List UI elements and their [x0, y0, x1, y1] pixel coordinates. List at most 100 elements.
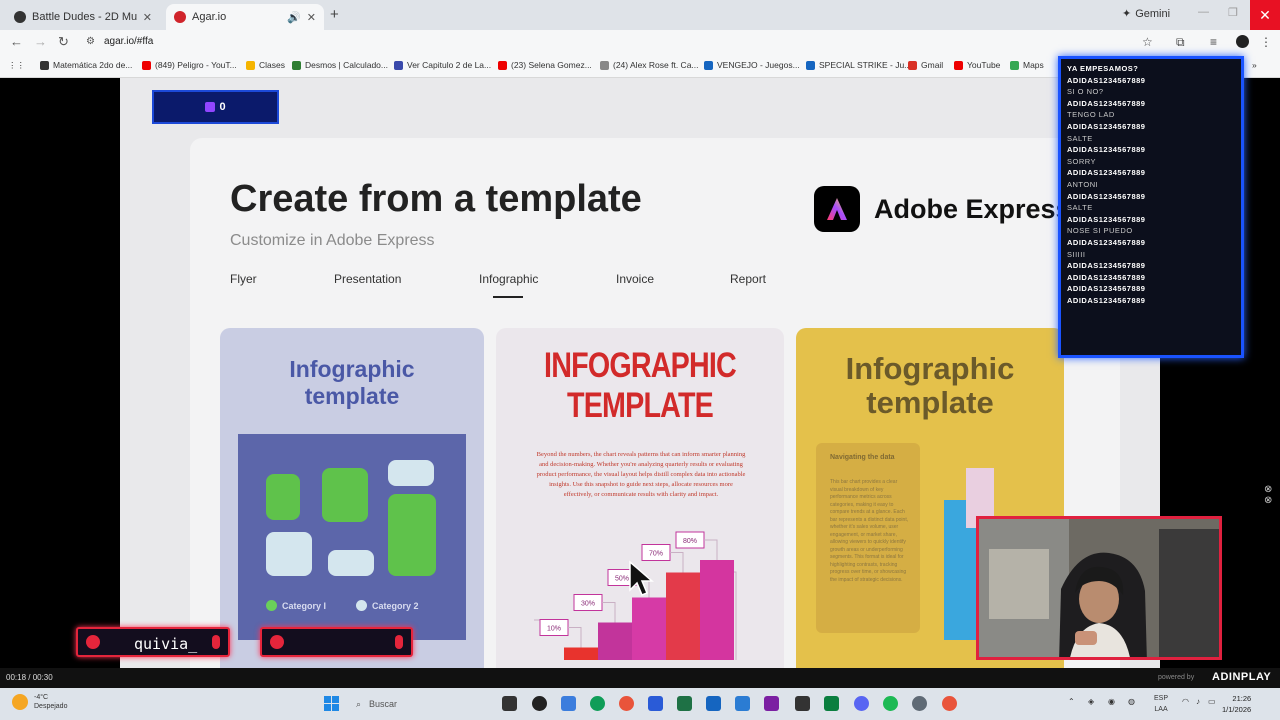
template-thumbnail-blue[interactable]: Infographic template Category I Category… [220, 328, 484, 668]
spotify-icon[interactable] [883, 696, 898, 711]
excel-icon[interactable] [677, 696, 692, 711]
reload-icon[interactable]: ↻ [58, 34, 69, 50]
bookmark-item[interactable]: Maps [1010, 60, 1044, 70]
tab-flyer[interactable]: Flyer [230, 272, 257, 286]
template-title-line: template [304, 383, 400, 409]
chat-username: ADIDAS1234567889 [1067, 75, 1146, 85]
template-title: Infographic template [220, 356, 484, 410]
streamer-name: quivia_ [134, 635, 198, 653]
chart-bar [666, 572, 700, 660]
word-icon[interactable] [735, 696, 750, 711]
bookmark-label: VENGEJO - Juegos... [717, 60, 800, 70]
tab-presentation[interactable]: Presentation [334, 272, 401, 286]
tray-chevron-icon[interactable]: ⌃ [1068, 697, 1075, 706]
close-window-button[interactable]: ✕ [1250, 0, 1280, 30]
gemini-icon: ✦ [1122, 8, 1132, 20]
discord-icon[interactable] [854, 696, 869, 711]
tab-invoice[interactable]: Invoice [616, 272, 654, 286]
follower-counter: 0 [152, 90, 279, 124]
chart-cylinder [322, 468, 368, 522]
start-button[interactable] [324, 696, 339, 711]
menu-icon[interactable]: ⋮ [1260, 35, 1272, 49]
volume-icon[interactable]: ♪ [1196, 697, 1200, 706]
bookmark-item[interactable]: (23) Selena Gomez... [498, 60, 592, 70]
edge-icon[interactable] [590, 696, 605, 711]
app-icon[interactable] [532, 696, 547, 711]
side-body: This bar chart provides a clear visual b… [830, 479, 909, 583]
address-bar: ← → ↻ ⚙ agar.io/#ffa ☆ ⧉ ≡ ⋮ [0, 30, 1280, 55]
outlook-icon[interactable] [706, 696, 721, 711]
chart-leader-line [670, 552, 684, 573]
bookmark-item[interactable]: (24) Alex Rose ft. Ca... [600, 60, 699, 70]
page-subtitle: Customize in Adobe Express [230, 232, 435, 249]
adobe-express-logo-icon [814, 186, 860, 232]
more-bookmarks-icon[interactable]: » [1252, 60, 1257, 70]
forward-icon[interactable]: → [34, 34, 47, 49]
brand-name: Adobe Express [874, 193, 1071, 224]
language-indicator[interactable]: ESP LAA [1154, 693, 1168, 715]
chart-data-label: 50% [615, 576, 629, 583]
back-icon[interactable]: ← [10, 34, 23, 49]
bookmark-item[interactable]: Ver Capitulo 2 de La... [394, 60, 491, 70]
tray-icon[interactable]: ◍ [1128, 697, 1135, 706]
site-info-icon[interactable]: ⚙ [86, 36, 95, 47]
tab-close-icon[interactable]: ✕ [143, 11, 152, 24]
battery-icon[interactable]: ▭ [1208, 697, 1216, 706]
adinplay-logo[interactable]: ADINPLAY [1212, 671, 1271, 683]
template-title-line: Infographic [289, 356, 415, 382]
bookmark-item[interactable]: Matemática 2do de... [40, 60, 132, 70]
ad-close-icon[interactable]: ⊗ ⊗ [1264, 484, 1277, 514]
bookmark-item[interactable]: Gmail [908, 60, 943, 70]
bookmark-star-icon[interactable]: ☆ [1142, 35, 1153, 49]
app-icon[interactable] [795, 696, 810, 711]
tab-infographic[interactable]: Infographic [479, 272, 538, 298]
tray-icon[interactable]: ◈ [1088, 697, 1094, 706]
search-icon: ⌕ [356, 698, 362, 709]
new-tab-button[interactable]: + [330, 6, 339, 23]
bookmark-item[interactable]: SPECIAL STRIKE - Ju... [806, 60, 911, 70]
tab-battle-dudes[interactable]: Battle Dudes - 2D Multiplayer ✕ [6, 4, 160, 30]
app-icon[interactable] [561, 696, 576, 711]
profile-avatar[interactable] [1236, 35, 1249, 48]
tab-report[interactable]: Report [730, 272, 766, 286]
bookmark-label: Desmos | Calculado... [305, 60, 388, 70]
maximize-icon[interactable]: ❐ [1228, 6, 1238, 19]
apps-icon[interactable]: ⋮⋮ [8, 60, 25, 71]
chrome-icon[interactable] [942, 696, 957, 711]
clock-date: 1/1/2026 [1222, 705, 1252, 714]
chart-bar [564, 647, 598, 660]
bookmark-item[interactable]: YouTube [954, 60, 1000, 70]
settings-icon[interactable] [912, 696, 927, 711]
taskbar-search[interactable]: ⌕ Buscar [350, 693, 490, 715]
user-icon [270, 635, 284, 649]
bookmark-label: (849) Peligro - YouT... [155, 60, 237, 70]
tab-agar[interactable]: Agar.io 🔊 ✕ [166, 4, 324, 30]
bookmark-item[interactable]: Desmos | Calculado... [292, 60, 388, 70]
tab-mute-icon[interactable]: 🔊 [287, 11, 301, 24]
template-thumbnail-red[interactable]: INFOGRAPHIC TEMPLATE Beyond the numbers,… [496, 328, 784, 668]
streamer-name-badge: quivia_ [76, 627, 230, 657]
bookmark-item[interactable]: (849) Peligro - YouT... [142, 60, 237, 70]
app-icon[interactable] [764, 696, 779, 711]
wifi-icon[interactable]: ◠ [1182, 697, 1189, 706]
app-icon[interactable] [824, 696, 839, 711]
chrome-icon[interactable] [619, 696, 634, 711]
minimize-icon[interactable]: — [1198, 6, 1209, 18]
left-margin [0, 78, 120, 668]
legend-item: Category 2 [356, 600, 419, 611]
bookmark-item[interactable]: Clases [246, 60, 285, 70]
clock[interactable]: 21:26 1/1/2026 [1222, 693, 1251, 715]
media-control-icon[interactable]: ≡ [1210, 35, 1217, 49]
extensions-icon[interactable]: ⧉ [1176, 35, 1185, 50]
url-field[interactable]: agar.io/#ffa [104, 36, 153, 47]
weather-widget[interactable]: -4°C Despejado [12, 693, 67, 711]
app-icon[interactable] [648, 696, 663, 711]
tab-close-icon[interactable]: ✕ [307, 11, 316, 24]
tray-icon[interactable]: ◉ [1108, 697, 1115, 706]
task-view-icon[interactable] [502, 696, 517, 711]
chart-cylinder [388, 494, 436, 576]
chat-username: YA EMPESAMOS? [1067, 64, 1139, 73]
agar-favicon-icon [174, 11, 186, 23]
gemini-button[interactable]: ✦ Gemini [1122, 7, 1170, 21]
bookmark-item[interactable]: VENGEJO - Juegos... [704, 60, 800, 70]
